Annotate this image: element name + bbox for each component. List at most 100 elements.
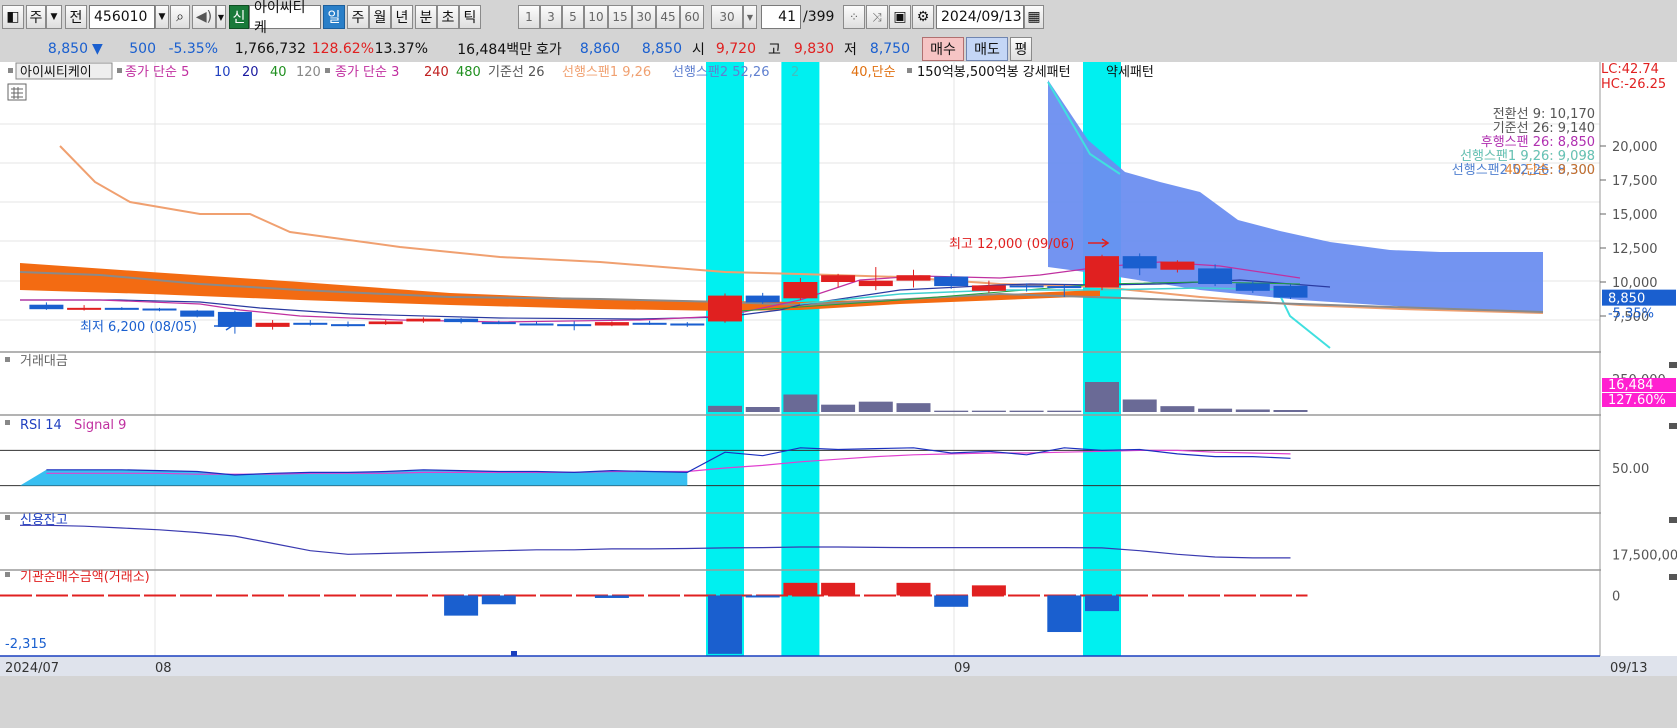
candle-body (670, 323, 705, 326)
count-dropdown-icon[interactable]: ▼ (743, 5, 757, 29)
chart-background (0, 62, 1677, 728)
candle-body (1009, 285, 1044, 288)
period-day-tab[interactable]: 일 (323, 5, 345, 29)
candle-body (1273, 285, 1308, 298)
date-label-0: 2024/07 (5, 661, 59, 676)
calendar-icon[interactable]: ▦ (1024, 5, 1044, 29)
minute-15-button[interactable]: 15 (608, 5, 632, 29)
candle-body (368, 321, 403, 325)
candle-body (255, 322, 290, 327)
panel-toggle-icon[interactable] (5, 515, 10, 520)
price-tick-label: 10,000 (1612, 276, 1658, 291)
date-label-1: 08 (155, 661, 172, 676)
low-label: 저 (844, 42, 857, 58)
period-week-tab[interactable]: 주 (347, 5, 369, 29)
period-tick-tab[interactable]: 틱 (459, 5, 481, 29)
date-input[interactable]: 2024/09/13 (936, 5, 1024, 29)
eval-button[interactable]: 평 (1010, 37, 1032, 61)
candle-body (29, 304, 64, 310)
period-second-tab[interactable]: 초 (437, 5, 459, 29)
legend-toggle-icon[interactable] (325, 68, 330, 73)
market-dropdown-icon[interactable]: ▼ (46, 5, 62, 29)
legend-toggle-icon[interactable] (117, 68, 122, 73)
amount-bar (1085, 382, 1119, 412)
minute-3-button[interactable]: 3 (540, 5, 562, 29)
price-tick-label: 15,000 (1612, 208, 1658, 223)
inst-bar (594, 595, 629, 598)
legend-ma2: 종가 단순 3 (335, 65, 399, 80)
date-axis-bar (0, 656, 1677, 676)
ichimoku-info-0: 전환선 9: 10,170 (1493, 107, 1595, 122)
inst-bar (821, 582, 856, 596)
period-minute-tab[interactable]: 분 (415, 5, 437, 29)
candle-body (1047, 286, 1082, 289)
open-price: 9,720 (715, 41, 756, 57)
highlight-column (706, 62, 744, 656)
market-select[interactable]: 주 (26, 5, 46, 29)
amount-bar (858, 401, 893, 412)
minute-60-button[interactable]: 60 (680, 5, 704, 29)
legend-ma1b: 10 (214, 65, 231, 80)
save-icon[interactable]: ▣ (889, 5, 911, 29)
amount-bar (1160, 406, 1195, 412)
high-price: 9,830 (793, 41, 834, 57)
panel-toggle-icon[interactable] (5, 357, 10, 362)
minute-45-button[interactable]: 45 (656, 5, 680, 29)
trade-amount: 16,484백만 (457, 42, 532, 58)
candle-body (1160, 261, 1195, 270)
rsi-title: RSI 14 (20, 418, 62, 433)
minute-1-button[interactable]: 1 (518, 5, 540, 29)
layout-icon[interactable]: ◧ (2, 5, 24, 29)
inst-bar (708, 595, 742, 654)
amount-tag-text: 16,484 (1608, 378, 1654, 393)
amount-bar (1122, 399, 1157, 412)
candle-body (67, 307, 102, 310)
grid-icon[interactable]: ⁘ (843, 5, 865, 29)
panel-resize-icon (1669, 517, 1677, 523)
minute-30-button[interactable]: 30 (632, 5, 656, 29)
stock-chart[interactable]: 20,00017,50015,00012,50010,0007,500250,0… (0, 62, 1677, 728)
page-total: /399 (803, 9, 835, 25)
candle-body (331, 324, 365, 327)
prev-button[interactable]: 전 (65, 5, 87, 29)
lc-label: LC:42.74 (1601, 62, 1659, 77)
code-dropdown-icon[interactable]: ▼ (155, 5, 169, 29)
gear-icon[interactable]: ⚙ (912, 5, 934, 29)
stock-code-input[interactable]: 456010 (89, 5, 155, 29)
legend-toggle-icon[interactable] (907, 68, 912, 73)
candle-body (293, 322, 328, 325)
low-price: 8,750 (869, 41, 910, 57)
trend-icon[interactable]: ⤨ (866, 5, 888, 29)
table-view-icon[interactable] (7, 83, 27, 101)
ichimoku-info-2: 후행스팬 26: 8,850 (1481, 134, 1595, 150)
price-tag-text: 8,850 (1608, 292, 1645, 307)
amount-title: 거래대금 (20, 354, 68, 369)
panel-toggle-icon[interactable] (5, 572, 10, 577)
current-price: 8,850 (47, 41, 88, 57)
amount-bar (821, 404, 856, 412)
sell-button[interactable]: 매도 (966, 37, 1008, 61)
rsi-signal-title: Signal 9 (74, 418, 126, 433)
stock-name-field[interactable]: 아이씨티케 (249, 0, 321, 36)
low-annotation: 최저 6,200 (08/05) (80, 320, 197, 335)
panel-resize-icon (1669, 574, 1677, 580)
minute-5-button[interactable]: 5 (562, 5, 584, 29)
legend-toggle-icon[interactable] (8, 68, 13, 73)
inst-bar (745, 595, 780, 598)
count-select[interactable]: 30 (711, 5, 743, 29)
page-input[interactable]: 41 (761, 5, 801, 29)
scroll-marker[interactable] (511, 651, 517, 656)
buy-button[interactable]: 매수 (922, 37, 964, 61)
high-label: 고 (768, 42, 781, 58)
speaker-dropdown-icon[interactable]: ▼ (216, 5, 226, 29)
inst-title: 기관순매수금액(거래소) (20, 570, 150, 585)
panel-toggle-icon[interactable] (5, 420, 10, 425)
search-icon[interactable]: ⌕ (170, 5, 190, 29)
inst-tick-label: 0 (1612, 589, 1620, 604)
speaker-icon[interactable]: ◀) (192, 5, 216, 29)
period-month-tab[interactable]: 월 (369, 5, 391, 29)
ask-price: 8,860 (579, 41, 620, 57)
period-year-tab[interactable]: 년 (391, 5, 413, 29)
change-percent: -5.35% (168, 41, 218, 57)
minute-10-button[interactable]: 10 (584, 5, 608, 29)
